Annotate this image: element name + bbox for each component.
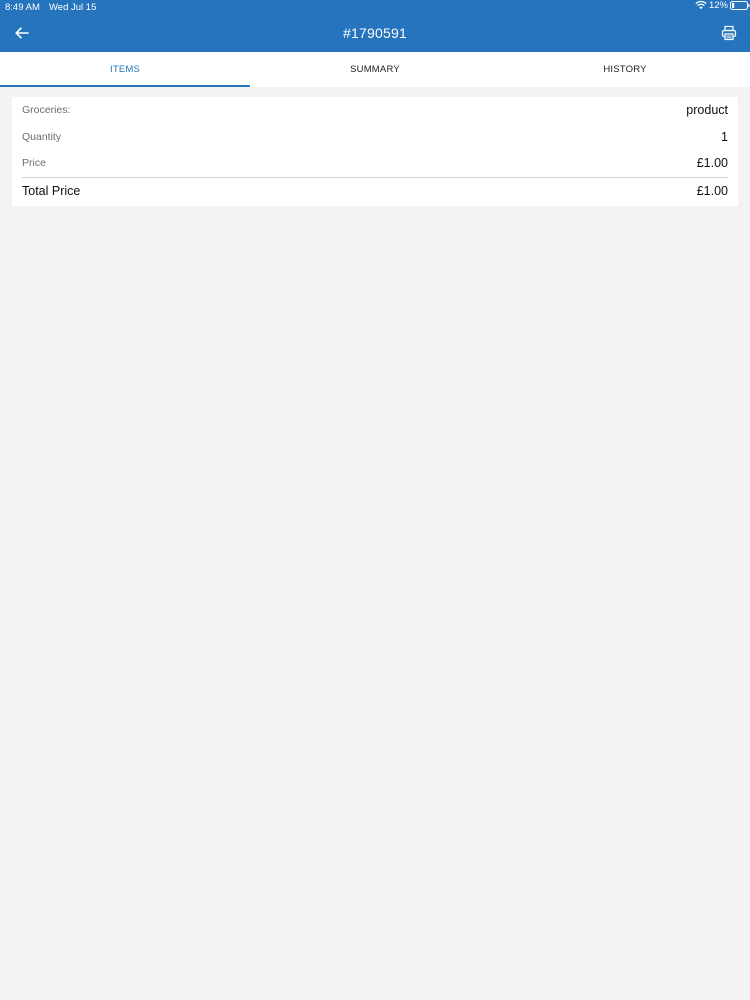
item-row-price: Price £1.00 — [22, 153, 728, 173]
item-label: Groceries: — [22, 104, 71, 116]
divider — [22, 177, 728, 178]
item-card: Groceries: product Quantity 1 Price £1.0… — [12, 97, 738, 206]
printer-icon — [721, 25, 737, 41]
quantity-label: Quantity — [22, 131, 62, 143]
tab-summary[interactable]: SUMMARY — [250, 52, 500, 87]
status-date: Wed Jul 15 — [49, 2, 97, 13]
print-button[interactable] — [721, 25, 737, 41]
tab-items[interactable]: ITEMS — [0, 52, 250, 87]
price-value: £1.00 — [696, 156, 728, 170]
status-bar: 8:49 AM Wed Jul 15 12% — [0, 0, 750, 14]
tab-bar: ITEMS SUMMARY HISTORY — [0, 52, 750, 87]
total-value: £1.00 — [696, 184, 728, 198]
total-label: Total Price — [22, 184, 81, 198]
app-header: 8:49 AM Wed Jul 15 12% #1790591 — [0, 0, 750, 52]
battery-icon — [730, 1, 750, 10]
price-label: Price — [22, 157, 46, 169]
wifi-icon — [695, 0, 707, 10]
status-time: 8:49 AM — [5, 2, 40, 13]
battery-percent: 12% — [708, 0, 728, 11]
item-row-quantity: Quantity 1 — [22, 127, 728, 147]
tab-history[interactable]: HISTORY — [500, 52, 750, 87]
total-row: Total Price £1.00 — [22, 181, 728, 201]
item-row-groceries: Groceries: product — [22, 100, 728, 120]
item-value: product — [686, 103, 728, 117]
quantity-value: 1 — [721, 130, 728, 144]
order-title: #1790591 — [343, 25, 407, 41]
